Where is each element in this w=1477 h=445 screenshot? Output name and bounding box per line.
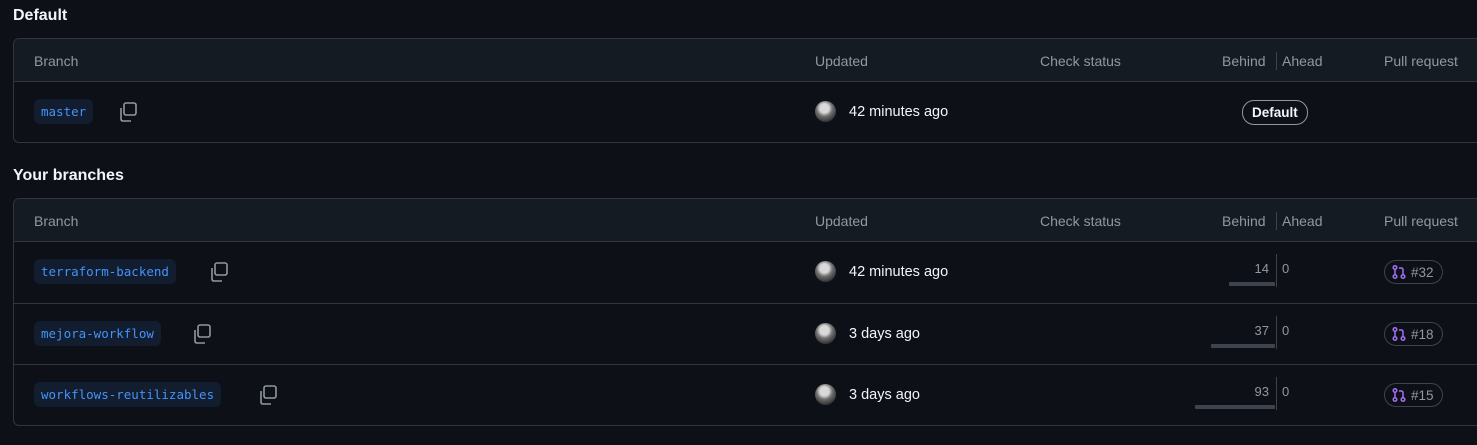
behind-bar bbox=[1195, 405, 1275, 409]
branch-link-master[interactable]: master bbox=[34, 99, 94, 124]
updated-time: 42 minutes ago bbox=[849, 104, 949, 120]
your-branches-table: Branch Updated Check status Behind Ahead… bbox=[13, 198, 1477, 426]
table-row: mejora-workflow 3 days ago 37 0 #18 bbox=[14, 303, 1477, 364]
behind-bar bbox=[1229, 282, 1275, 286]
copy-icon[interactable] bbox=[208, 261, 230, 283]
behind-bar bbox=[1211, 344, 1275, 348]
pull-request-badge[interactable]: #15 bbox=[1384, 383, 1443, 407]
updated-time: 3 days ago bbox=[849, 326, 920, 342]
section-title-default: Default bbox=[13, 7, 68, 24]
col-check-status: Check status bbox=[1040, 213, 1121, 229]
avatar[interactable] bbox=[815, 101, 836, 122]
pr-number: #15 bbox=[1411, 387, 1434, 403]
col-behind: Behind bbox=[1222, 213, 1266, 229]
col-ahead: Ahead bbox=[1282, 213, 1323, 229]
default-branch-table: Branch Updated Check status Behind Ahead… bbox=[13, 38, 1477, 143]
ahead-count: 0 bbox=[1282, 323, 1290, 338]
ahead-count: 0 bbox=[1282, 384, 1290, 399]
behind-count: 37 bbox=[1254, 323, 1269, 338]
table-header: Branch Updated Check status Behind Ahead… bbox=[14, 39, 1477, 82]
pull-request-badge[interactable]: #18 bbox=[1384, 322, 1443, 346]
col-updated: Updated bbox=[815, 213, 868, 229]
table-header: Branch Updated Check status Behind Ahead… bbox=[14, 199, 1477, 242]
git-pull-request-icon bbox=[1392, 387, 1406, 403]
branch-link-terraform-backend[interactable]: terraform-backend bbox=[34, 259, 176, 284]
section-title-your-branches: Your branches bbox=[13, 167, 124, 184]
pr-number: #18 bbox=[1411, 326, 1434, 342]
copy-icon[interactable] bbox=[191, 323, 213, 345]
header-divider bbox=[1276, 52, 1277, 70]
git-pull-request-icon bbox=[1392, 326, 1406, 342]
pr-number: #32 bbox=[1411, 264, 1434, 280]
ahead-count: 0 bbox=[1282, 261, 1290, 276]
col-updated: Updated bbox=[815, 53, 868, 69]
default-badge: Default bbox=[1242, 100, 1308, 125]
table-row: workflows-reutilizables 3 days ago 93 0 … bbox=[14, 364, 1477, 425]
avatar[interactable] bbox=[815, 323, 836, 344]
branch-link-workflows-reutilizables[interactable]: workflows-reutilizables bbox=[34, 382, 222, 407]
copy-icon[interactable] bbox=[117, 101, 139, 123]
table-row: master 42 minutes ago Default bbox=[14, 82, 1477, 142]
header-divider bbox=[1276, 212, 1277, 230]
col-branch: Branch bbox=[34, 213, 79, 229]
git-pull-request-icon bbox=[1392, 264, 1406, 280]
behind-count: 14 bbox=[1254, 261, 1269, 276]
col-behind: Behind bbox=[1222, 53, 1266, 69]
behind-ahead-divider bbox=[1276, 316, 1277, 349]
behind-ahead-divider bbox=[1276, 254, 1277, 287]
branch-link-mejora-workflow[interactable]: mejora-workflow bbox=[34, 321, 161, 346]
col-pull-request: Pull request bbox=[1384, 213, 1458, 229]
updated-time: 42 minutes ago bbox=[849, 264, 949, 280]
behind-ahead-divider bbox=[1276, 377, 1277, 410]
col-pull-request: Pull request bbox=[1384, 53, 1458, 69]
updated-time: 3 days ago bbox=[849, 387, 920, 403]
col-check-status: Check status bbox=[1040, 53, 1121, 69]
pull-request-badge[interactable]: #32 bbox=[1384, 260, 1443, 284]
table-row: terraform-backend 42 minutes ago 14 0 #3… bbox=[14, 242, 1477, 303]
copy-icon[interactable] bbox=[257, 384, 279, 406]
avatar[interactable] bbox=[815, 384, 836, 405]
col-branch: Branch bbox=[34, 53, 79, 69]
avatar[interactable] bbox=[815, 261, 836, 282]
behind-count: 93 bbox=[1254, 384, 1269, 399]
col-ahead: Ahead bbox=[1282, 53, 1323, 69]
